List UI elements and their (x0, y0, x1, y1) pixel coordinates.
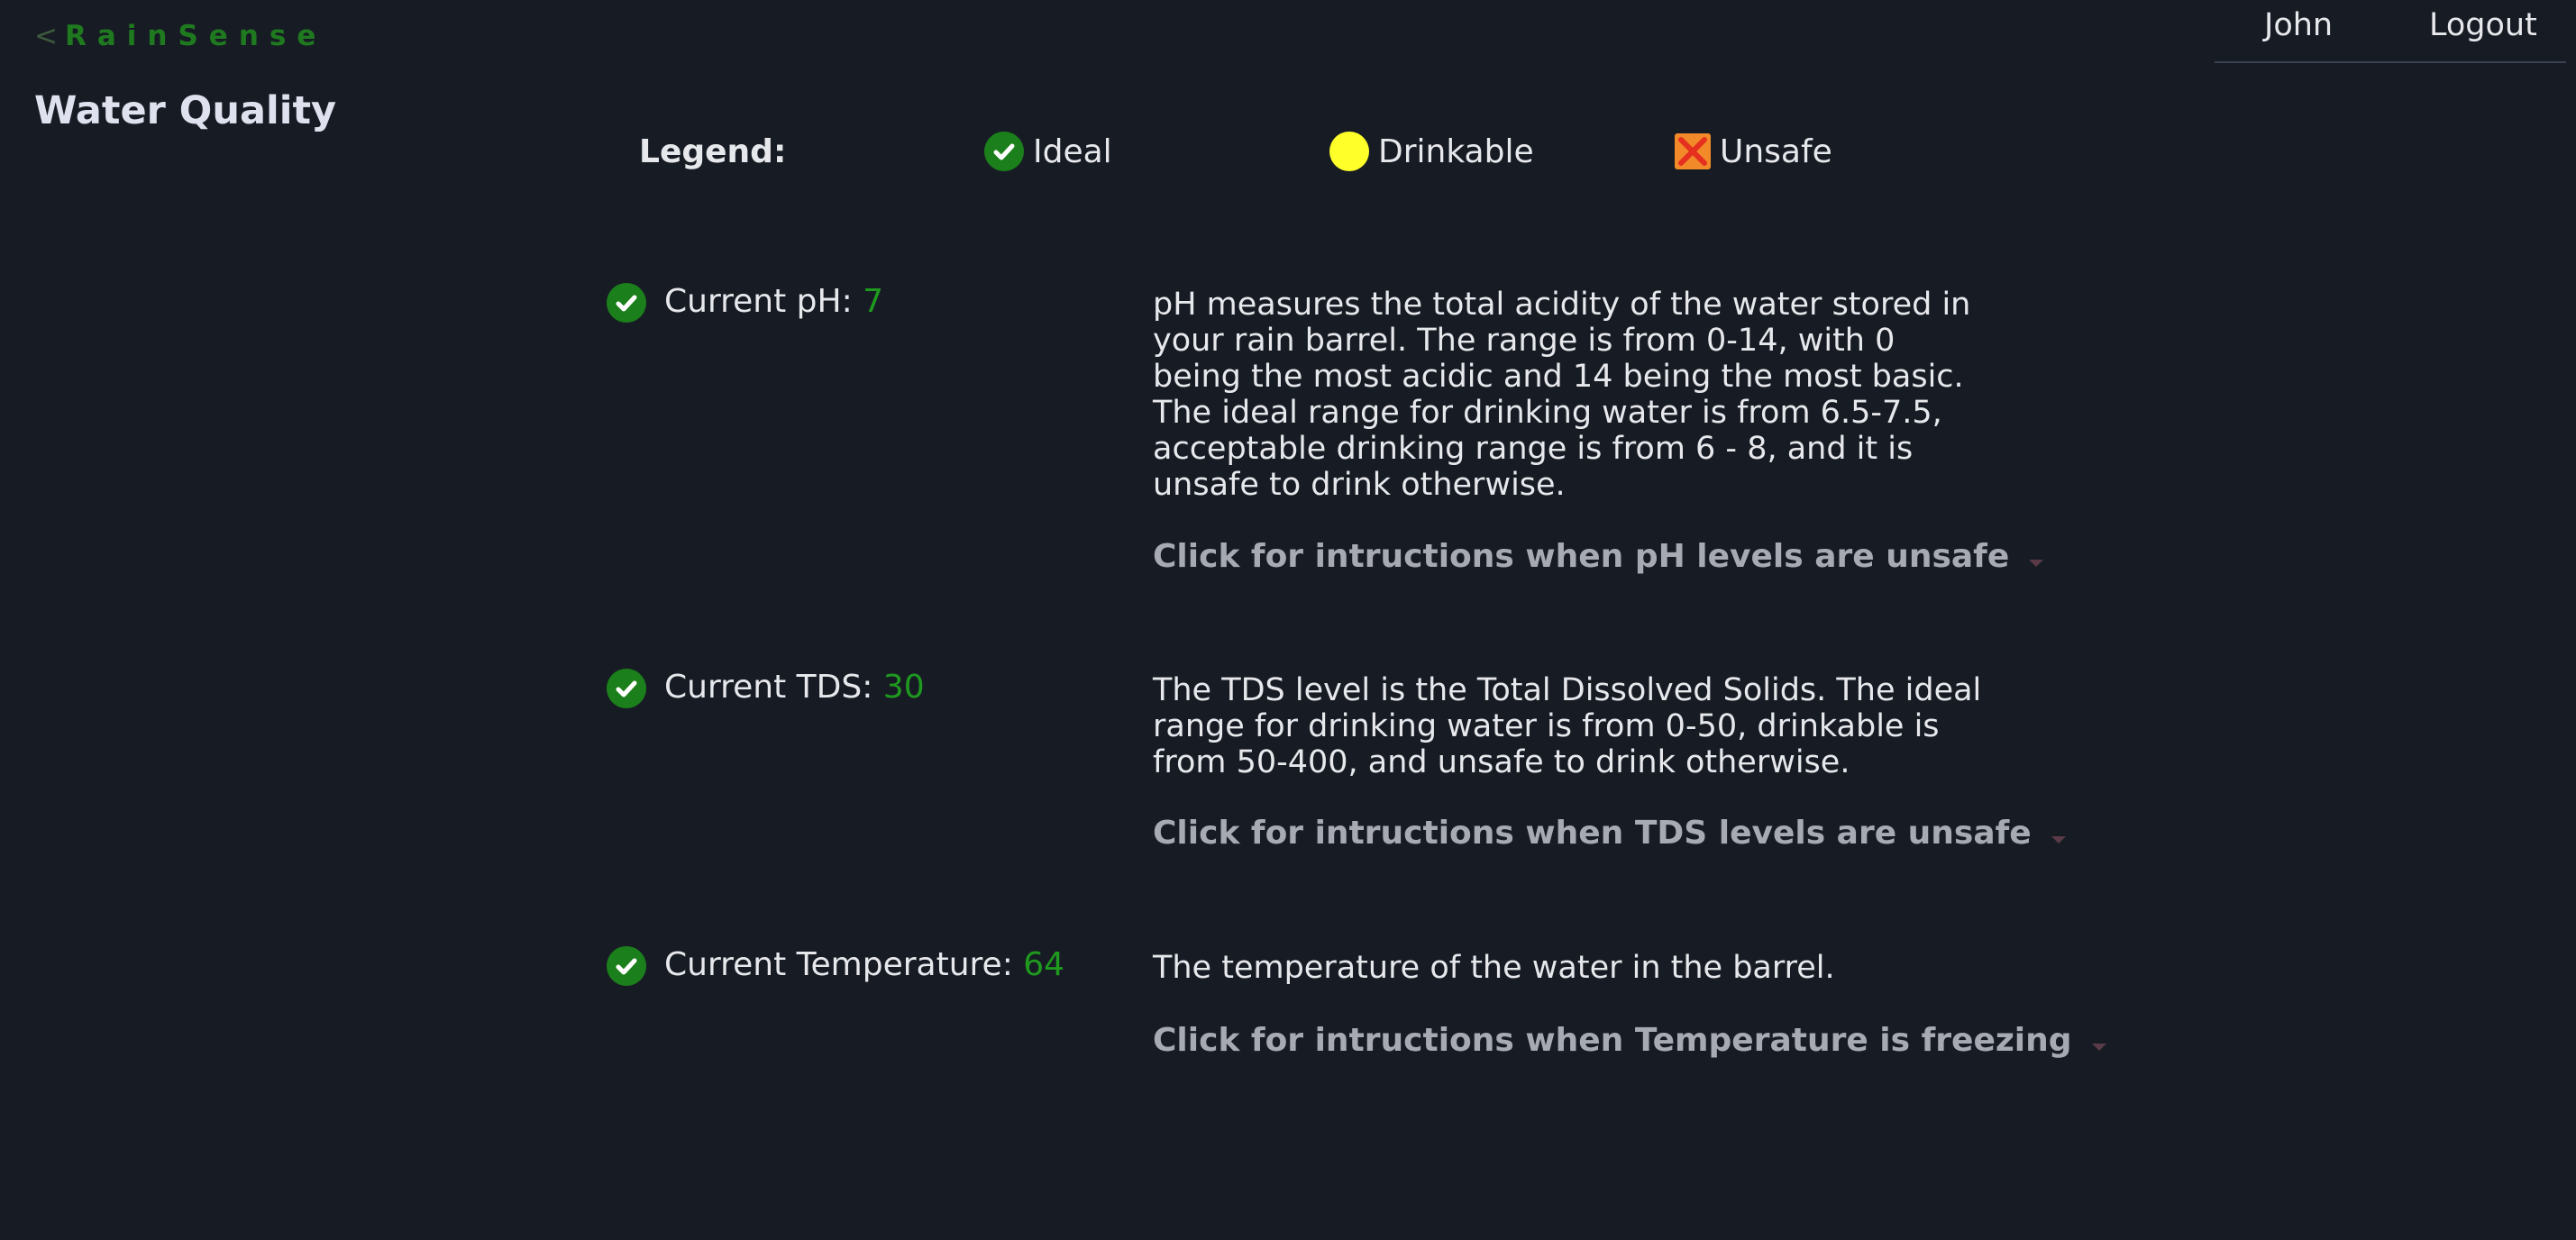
ph-value: 7 (863, 283, 884, 320)
chevron-down-icon (2091, 1044, 2106, 1051)
tds-value: 30 (882, 669, 925, 706)
ph-instructions-label: Click for intructions when pH levels are… (1153, 538, 2010, 575)
legend-item-ideal: Ideal (984, 132, 1112, 171)
user-menu-link[interactable]: John (2264, 7, 2333, 43)
chevron-down-icon (2051, 836, 2066, 843)
tds-instructions-label: Click for intructions when TDS levels ar… (1153, 815, 2032, 852)
yellow-circle-icon (1329, 132, 1369, 171)
legend-drinkable-label: Drinkable (1378, 132, 1534, 170)
ph-label: Current pH: (664, 283, 863, 320)
back-to-home-link[interactable]: < RainSense (34, 20, 326, 52)
green-check-icon (984, 132, 1024, 171)
metric-ph: Current pH: 7 (607, 283, 883, 323)
legend-label: Legend: (639, 133, 787, 170)
brand-name: RainSense (64, 20, 327, 52)
logout-link[interactable]: Logout (2429, 7, 2537, 43)
chevron-down-icon (2029, 560, 2044, 567)
red-x-icon (1675, 133, 1711, 169)
tds-status-check-icon (607, 669, 646, 708)
tds-instructions-toggle[interactable]: Click for intructions when TDS levels ar… (1153, 815, 2066, 852)
temperature-status-check-icon (607, 946, 646, 986)
legend-unsafe-label: Unsafe (1720, 132, 1832, 170)
temperature-value: 64 (1023, 946, 1065, 983)
legend-item-unsafe: Unsafe (1675, 132, 1832, 170)
temperature-instructions-label: Click for intructions when Temperature i… (1153, 1022, 2072, 1059)
tds-description: The TDS level is the Total Dissolved Sol… (1153, 672, 1982, 780)
ph-instructions-toggle[interactable]: Click for intructions when pH levels are… (1153, 538, 2044, 575)
temperature-instructions-toggle[interactable]: Click for intructions when Temperature i… (1153, 1022, 2106, 1059)
metric-temperature: Current Temperature: 64 (607, 946, 1064, 986)
legend-ideal-label: Ideal (1033, 132, 1112, 170)
temperature-label: Current Temperature: (664, 946, 1024, 983)
metric-tds: Current TDS: 30 (607, 669, 925, 708)
back-caret-icon: < (34, 20, 58, 52)
legend-item-drinkable: Drinkable (1329, 132, 1534, 171)
top-nav: John Logout (2215, 0, 2566, 63)
page-title: Water Quality (34, 88, 337, 133)
ph-status-check-icon (607, 283, 646, 323)
tds-label: Current TDS: (664, 669, 883, 706)
ph-description: pH measures the total acidity of the wat… (1153, 287, 1971, 503)
temperature-description: The temperature of the water in the barr… (1153, 950, 1835, 986)
